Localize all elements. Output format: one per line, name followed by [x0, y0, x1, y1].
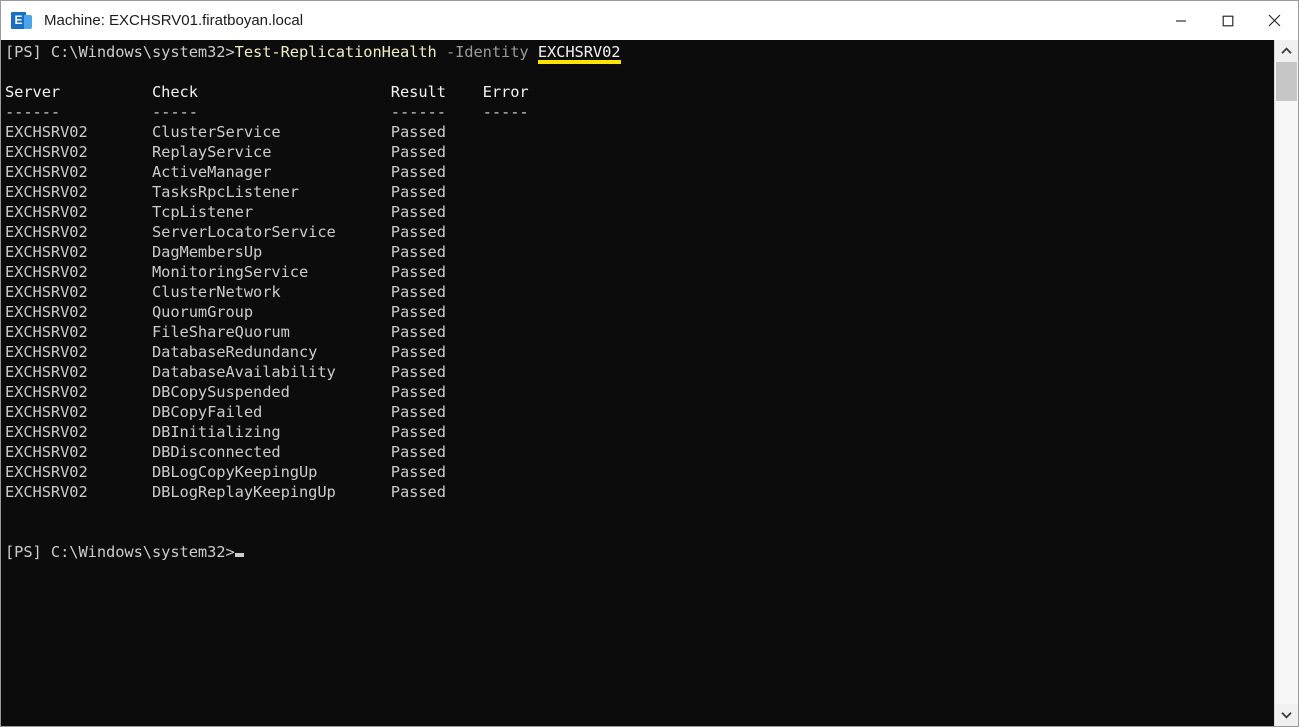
title-bar[interactable]: E Machine: EXCHSRV01.firatboyan.local	[1, 1, 1298, 40]
console-window: E Machine: EXCHSRV01.firatboyan.local [P…	[0, 0, 1299, 727]
highlighted-argument: EXCHSRV02	[537, 43, 621, 61]
scrollbar-track[interactable]	[1275, 62, 1298, 704]
table-row: EXCHSRV02 TcpListener Passed	[5, 203, 446, 221]
trailing-prompt-text: [PS] C:\Windows\system32>	[5, 543, 235, 561]
table-row: EXCHSRV02 DBCopyFailed Passed	[5, 403, 446, 421]
vertical-scrollbar[interactable]	[1274, 40, 1298, 726]
table-row: EXCHSRV02 ActiveManager Passed	[5, 163, 446, 181]
minimize-button[interactable]	[1157, 1, 1204, 40]
table-row: EXCHSRV02 DBDisconnected Passed	[5, 443, 446, 461]
text-cursor	[234, 553, 244, 557]
scrollbar-thumb[interactable]	[1276, 62, 1297, 101]
table-row: EXCHSRV02 ClusterService Passed	[5, 123, 446, 141]
table-row: EXCHSRV02 TasksRpcListener Passed	[5, 183, 446, 201]
exchange-icon: E	[11, 10, 33, 32]
table-row: EXCHSRV02 DBCopySuspended Passed	[5, 383, 446, 401]
console-output[interactable]: [PS] C:\Windows\system32>Test-Replicatio…	[1, 40, 1274, 726]
close-icon	[1268, 14, 1281, 27]
table-row: EXCHSRV02 ReplayService Passed	[5, 143, 446, 161]
exchange-icon-fold	[24, 14, 32, 29]
chevron-up-icon	[1281, 47, 1292, 54]
maximize-button[interactable]	[1204, 1, 1251, 40]
table-row: EXCHSRV02 MonitoringService Passed	[5, 263, 446, 281]
table-separator-row: ------ ----- ------ -----	[5, 103, 529, 121]
table-header-row: Server Check Result Error	[5, 83, 529, 101]
close-button[interactable]	[1251, 1, 1298, 40]
table-row: EXCHSRV02 QuorumGroup Passed	[5, 303, 446, 321]
table-row: EXCHSRV02 DagMembersUp Passed	[5, 243, 446, 261]
window-controls	[1157, 1, 1298, 40]
minimize-icon	[1175, 19, 1186, 22]
table-row: EXCHSRV02 DBLogCopyKeepingUp Passed	[5, 463, 446, 481]
prompt-text: [PS] C:\Windows\system32>	[5, 43, 235, 61]
scroll-down-button[interactable]	[1275, 704, 1298, 726]
chevron-down-icon	[1281, 712, 1292, 719]
table-row: EXCHSRV02 ClusterNetwork Passed	[5, 283, 446, 301]
table-row: EXCHSRV02 DBInitializing Passed	[5, 423, 446, 441]
cmdlet-text: Test-ReplicationHealth	[234, 43, 437, 61]
console-area: [PS] C:\Windows\system32>Test-Replicatio…	[1, 40, 1298, 726]
table-row: EXCHSRV02 DatabaseAvailability Passed	[5, 363, 446, 381]
console-line-command: [PS] C:\Windows\system32>Test-Replicatio…	[5, 42, 1274, 62]
window-title: Machine: EXCHSRV01.firatboyan.local	[44, 12, 304, 29]
parameter-text: -Identity	[445, 43, 529, 61]
maximize-icon	[1222, 15, 1233, 26]
table-row: EXCHSRV02 FileShareQuorum Passed	[5, 323, 446, 341]
table-row: EXCHSRV02 ServerLocatorService Passed	[5, 223, 446, 241]
scroll-up-button[interactable]	[1275, 40, 1298, 62]
table-row: EXCHSRV02 DBLogReplayKeepingUp Passed	[5, 483, 446, 501]
console-text: [PS] C:\Windows\system32>Test-Replicatio…	[5, 42, 1274, 562]
table-row: EXCHSRV02 DatabaseRedundancy Passed	[5, 343, 446, 361]
console-line-prompt: [PS] C:\Windows\system32>	[5, 542, 1274, 562]
